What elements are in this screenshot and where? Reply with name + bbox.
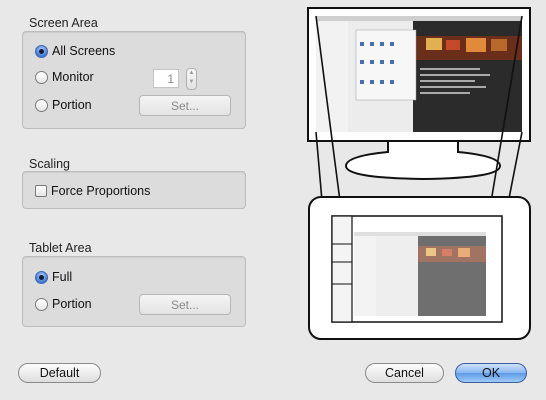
cancel-button[interactable]: Cancel (365, 363, 444, 383)
tablet-active-area (354, 232, 486, 316)
screen-set-button[interactable]: Set... (139, 95, 231, 116)
screen-portion-radio[interactable] (35, 98, 48, 112)
full-radio[interactable] (35, 270, 48, 284)
stepper-down-icon: ▼ (188, 79, 195, 85)
all-screens-radio[interactable] (35, 44, 48, 58)
tablet-inner (331, 215, 503, 323)
tablet-portion-label: Portion (52, 297, 92, 311)
all-screens-option[interactable]: All Screens (35, 44, 115, 58)
tablet-area-group: Full Portion Set... (22, 256, 246, 327)
monitor-label: Monitor (52, 70, 94, 84)
all-screens-label: All Screens (52, 44, 116, 58)
full-label: Full (52, 270, 73, 284)
monitor-stepper[interactable]: ▲ ▼ (186, 68, 197, 90)
screen-area-title: Screen Area (29, 16, 98, 30)
monitor-frame (307, 7, 531, 142)
force-proportions-checkbox[interactable] (35, 185, 47, 197)
tablet-set-button[interactable]: Set... (139, 294, 231, 315)
force-proportions-option[interactable]: Force Proportions (35, 184, 150, 198)
screen-portion-option[interactable]: Portion (35, 98, 92, 112)
monitor-radio[interactable] (35, 70, 48, 84)
tablet-expresskeys (331, 215, 353, 323)
scaling-group: Force Proportions (22, 171, 246, 209)
monitor-number-field[interactable]: 1 (153, 69, 179, 88)
tablet-body (308, 196, 531, 340)
default-button[interactable]: Default (18, 363, 101, 383)
stepper-up-icon: ▲ (188, 70, 195, 76)
tablet-portion-radio[interactable] (35, 297, 48, 311)
scaling-title: Scaling (29, 157, 70, 171)
monitor-option[interactable]: Monitor (35, 70, 94, 84)
screen-portion-label: Portion (52, 98, 92, 112)
ok-button[interactable]: OK (455, 363, 527, 383)
tablet-portion-option[interactable]: Portion (35, 297, 92, 311)
full-option[interactable]: Full (35, 270, 72, 284)
tablet-area-title: Tablet Area (29, 241, 92, 255)
force-proportions-label: Force Proportions (51, 184, 151, 198)
monitor-stand (344, 139, 502, 181)
screen-area-group: All Screens Monitor 1 ▲ ▼ Portion Set... (22, 31, 246, 129)
monitor-screen (316, 16, 522, 132)
